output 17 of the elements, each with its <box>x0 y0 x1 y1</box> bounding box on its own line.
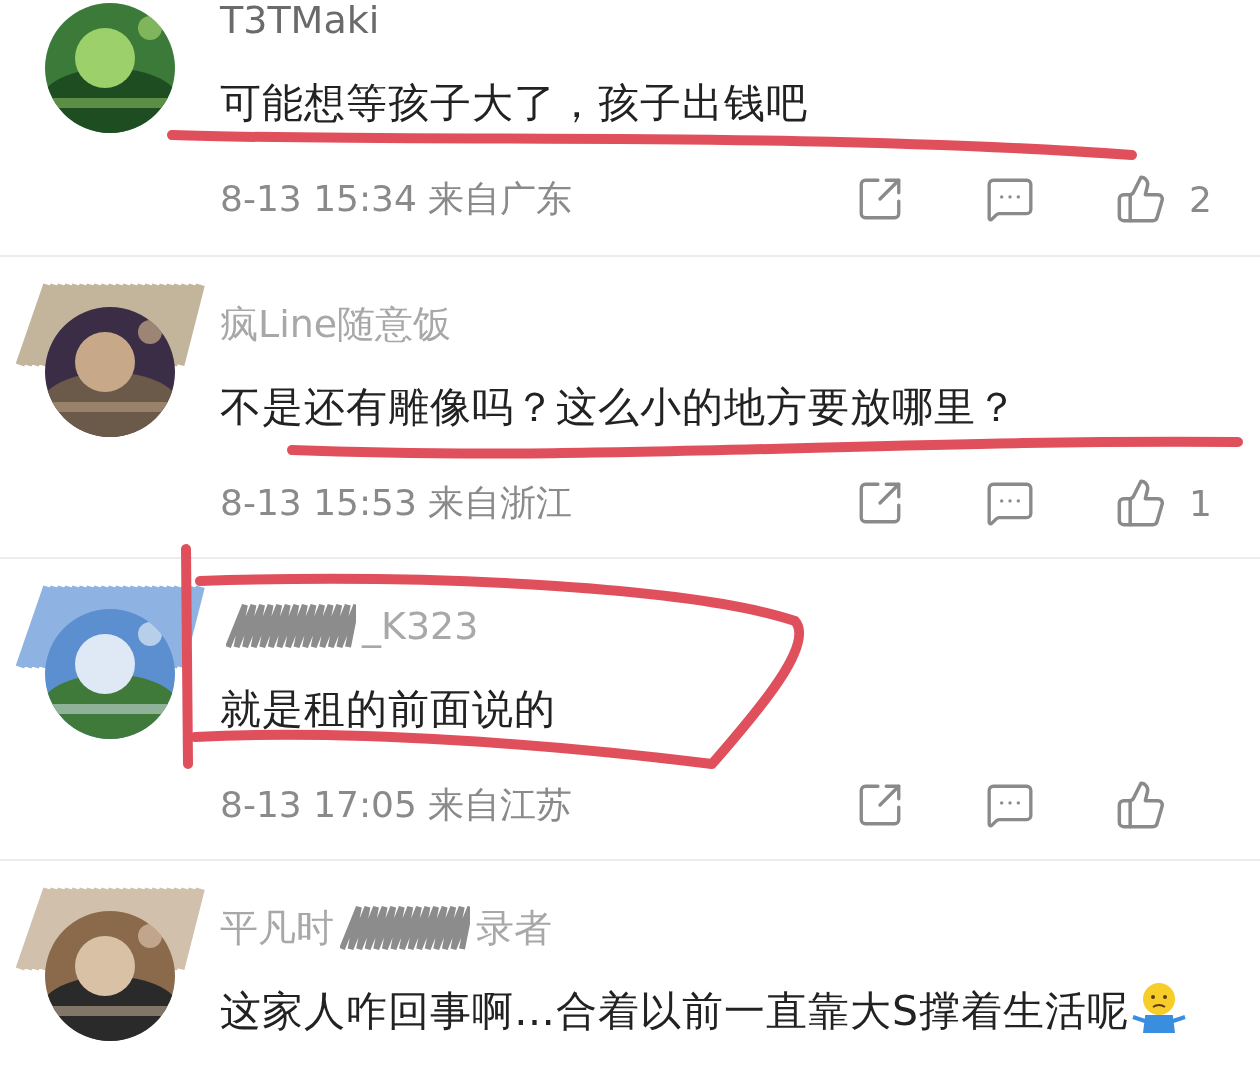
like-icon[interactable] <box>1115 173 1167 225</box>
timestamp-location: 8-13 15:34 来自广东 <box>220 176 574 221</box>
like-icon[interactable] <box>1115 779 1167 831</box>
username[interactable]: _K323 <box>362 604 479 648</box>
username[interactable]: 录者 <box>476 906 552 950</box>
username[interactable]: T3TMaki <box>220 0 380 42</box>
like-count: 1 <box>1189 482 1212 524</box>
username[interactable]: 疯Line随意饭 <box>220 302 452 346</box>
comment-text: 这家人咋回事啊…合着以前一直靠大S撑着生活呢 <box>220 981 1240 1041</box>
username[interactable]: 平凡时 <box>220 906 334 950</box>
timestamp-location: 8-13 17:05 来自江苏 <box>220 782 574 827</box>
like-icon[interactable] <box>1115 477 1167 529</box>
comment-text: 就是租的前面说的 <box>220 684 557 735</box>
comment-text: 不是还有雕像吗？这么小的地方要放哪里？ <box>220 382 1019 433</box>
like-count: 2 <box>1189 178 1212 220</box>
timestamp-location: 8-13 15:53 来自浙江 <box>220 480 574 525</box>
comment-text: 可能想等孩子大了，孩子出钱吧 <box>220 78 809 129</box>
